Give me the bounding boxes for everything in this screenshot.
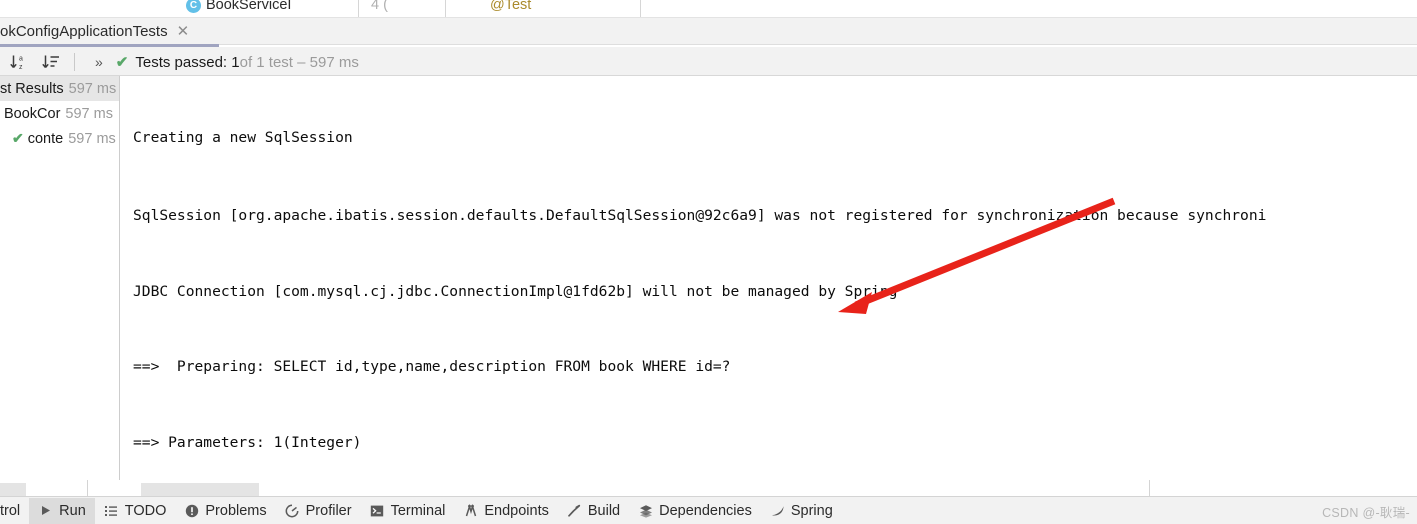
status-item-label: Problems [205,502,267,519]
sidebar-item-spring[interactable]: Spring [761,498,842,524]
problems-warning-icon [184,503,199,518]
sort-alphabetically-icon[interactable]: a z [6,50,32,74]
console-line: ==> Preparing: SELECT id,type,name,descr… [133,358,731,376]
test-tree-label: conte [27,130,64,147]
bottom-stub-mid [141,483,259,496]
editor-tab-gutter-number: 4 ( [358,0,388,18]
sidebar-item-dependencies[interactable]: Dependencies [629,498,761,524]
build-hammer-icon [567,503,582,518]
dependencies-layers-icon [638,503,653,518]
test-status-text: ✔ Tests passed: 1 of 1 test – 597 ms [116,53,359,71]
sidebar-item-todo[interactable]: TODO [95,498,176,524]
sidebar-item-endpoints[interactable]: Endpoints [454,498,558,524]
check-mark-icon: ✔ [115,53,129,71]
run-play-icon [38,503,53,518]
tests-passed-label: Tests passed: 1 [135,53,240,71]
console-line: Creating a new SqlSession [133,129,353,147]
test-tree-duration: 597 ms [68,80,117,97]
endpoints-icon [463,503,478,518]
todo-list-icon [104,503,119,518]
editor-tab-label: 4 ( [371,0,388,13]
run-tab-bookconfigapplicationtests[interactable]: okConfigApplicationTests ✕ [0,18,198,45]
test-tree-label: st Results [0,80,64,97]
sidebar-item-run[interactable]: Run [29,497,95,524]
status-item-label: Profiler [305,502,352,519]
csdn-watermark: CSDN @-耿瑞- [1322,506,1410,520]
bottom-stub-left [0,483,26,496]
spring-leaf-icon [770,503,785,518]
terminal-icon [370,503,385,518]
sidebar-item-version-control[interactable]: trol [0,498,29,524]
sidebar-item-build[interactable]: Build [558,498,629,524]
status-item-label: trol [0,502,21,519]
bottom-tool-window-bar: trol Run TODO Problems Profiler Terminal… [0,496,1417,524]
status-item-label: Spring [790,502,833,519]
status-item-label: Endpoints [484,502,549,519]
run-tab-label: okConfigApplicationTests [0,23,168,40]
status-item-label: Run [59,502,86,519]
status-item-label: Terminal [390,502,446,519]
editor-tab-extra [640,0,651,18]
check-mark-icon: ✔ [12,130,24,146]
test-tree-duration: 597 ms [68,130,116,147]
editor-tab-strip: C BookServiceI 4 ( @Test [0,0,1417,18]
run-toolwindow-tab-row: okConfigApplicationTests ✕ [0,18,1417,45]
console-line: SqlSession [org.apache.ibatis.session.de… [133,207,1267,224]
expand-chevrons-icon[interactable]: » [95,54,103,70]
status-item-label: Dependencies [659,502,752,519]
toolbar-separator [74,52,75,71]
test-tree-row-conte[interactable]: ✔ conte 597 ms [0,126,119,151]
status-item-label: Build [587,502,621,519]
test-tree-duration: 597 ms [65,105,113,122]
console-output[interactable]: Creating a new SqlSession SqlSession [or… [120,76,1417,481]
sort-by-duration-icon[interactable] [38,50,64,74]
test-tree-row-results[interactable]: st Results 597 ms [0,76,119,101]
sidebar-item-problems[interactable]: Problems [175,498,275,524]
close-icon[interactable]: ✕ [177,24,190,39]
test-tree-label: BookCor [4,105,61,122]
test-results-tree[interactable]: st Results 597 ms BookCor 597 ms ✔ conte… [0,76,120,480]
bottom-divider-right [1149,480,1150,496]
console-line: JDBC Connection [com.mysql.cj.jdbc.Conne… [133,282,898,300]
editor-tab-bookservice[interactable]: C BookServiceI [186,0,291,18]
bottom-divider-left [87,480,88,496]
run-toolbar: a z » ✔ Tests passed: 1 of 1 test – 597 … [0,47,1417,76]
console-line: ==> Parameters: 1(Integer) [133,433,362,451]
status-item-label: TODO [124,502,167,519]
class-icon: C [186,0,201,13]
profiler-icon [285,503,300,518]
sidebar-item-profiler[interactable]: Profiler [276,498,361,524]
editor-annotation-test: @Test [445,0,531,18]
svg-text:a: a [19,55,23,62]
tests-count-duration-label: of 1 test – 597 ms [239,53,359,71]
editor-tab-label: BookServiceI [206,0,292,13]
editor-tab-label: @Test [490,0,532,13]
svg-text:z: z [19,64,23,71]
sidebar-item-terminal[interactable]: Terminal [361,498,455,524]
test-tree-row-bookcor[interactable]: BookCor 597 ms [0,101,119,126]
